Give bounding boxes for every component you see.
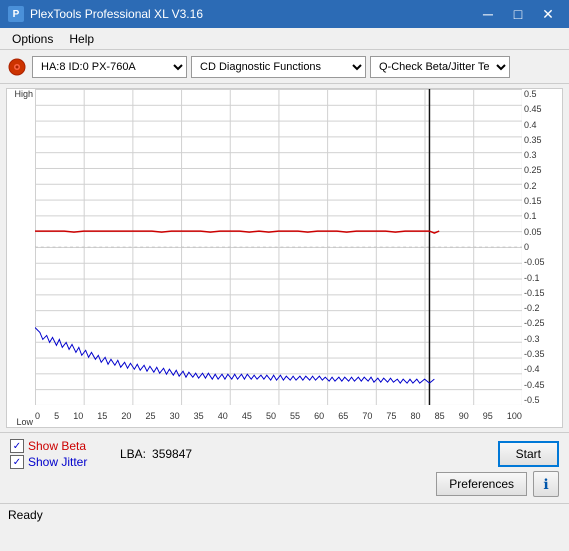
title-bar-text: PlexTools Professional XL V3.16: [30, 7, 475, 21]
close-button[interactable]: ✕: [535, 4, 561, 24]
start-button[interactable]: Start: [498, 441, 559, 467]
status-text: Ready: [8, 508, 43, 522]
show-beta-checkbox[interactable]: ✓: [10, 439, 24, 453]
menu-bar: Options Help: [0, 28, 569, 50]
show-jitter-checkbox-item[interactable]: ✓ Show Jitter: [10, 455, 120, 469]
maximize-button[interactable]: □: [505, 4, 531, 24]
lba-section: LBA: 359847: [120, 447, 498, 461]
bottom-panel: ✓ Show Beta ✓ Show Jitter LBA: 359847 St…: [0, 432, 569, 503]
test-select[interactable]: Q-Check Beta/Jitter Test: [370, 56, 510, 78]
left-axis-low: Low: [16, 417, 33, 427]
menu-help[interactable]: Help: [61, 30, 102, 47]
title-bar-buttons: ─ □ ✕: [475, 4, 561, 24]
title-bar: P PlexTools Professional XL V3.16 ─ □ ✕: [0, 0, 569, 28]
minimize-button[interactable]: ─: [475, 4, 501, 24]
drive-select[interactable]: HA:8 ID:0 PX-760A: [32, 56, 187, 78]
lba-value: 359847: [152, 447, 192, 461]
show-beta-label: Show Beta: [28, 439, 86, 453]
status-bar: Ready: [0, 503, 569, 525]
chart-left-axis: High Low: [7, 89, 35, 427]
checkbox-group: ✓ Show Beta ✓ Show Jitter: [10, 439, 120, 469]
chart-right-axis: 0.5 0.45 0.4 0.35 0.3 0.25 0.2 0.15 0.1 …: [522, 89, 562, 405]
chart-plot-area: [35, 89, 522, 405]
left-axis-high: High: [14, 89, 33, 99]
drive-icon: [8, 58, 26, 76]
preferences-button[interactable]: Preferences: [436, 472, 527, 496]
show-jitter-checkbox[interactable]: ✓: [10, 455, 24, 469]
show-jitter-label: Show Jitter: [28, 455, 87, 469]
function-select[interactable]: CD Diagnostic Functions: [191, 56, 366, 78]
chart-container: High Low 0.5 0.45 0.4 0.35 0.3 0.25 0.2 …: [6, 88, 563, 428]
app-icon: P: [8, 6, 24, 22]
chart-svg: [35, 89, 522, 405]
info-button[interactable]: ℹ: [533, 471, 559, 497]
lba-label: LBA:: [120, 447, 146, 461]
right-buttons: Start: [498, 441, 559, 467]
info-icon: ℹ: [543, 476, 548, 493]
show-beta-checkbox-item[interactable]: ✓ Show Beta: [10, 439, 120, 453]
toolbar: HA:8 ID:0 PX-760A CD Diagnostic Function…: [0, 50, 569, 84]
chart-bottom-axis: 0 5 10 15 20 25 30 35 40 45 50 55 60 65 …: [35, 405, 522, 427]
drive-icon-button[interactable]: [6, 56, 28, 78]
menu-options[interactable]: Options: [4, 30, 61, 47]
